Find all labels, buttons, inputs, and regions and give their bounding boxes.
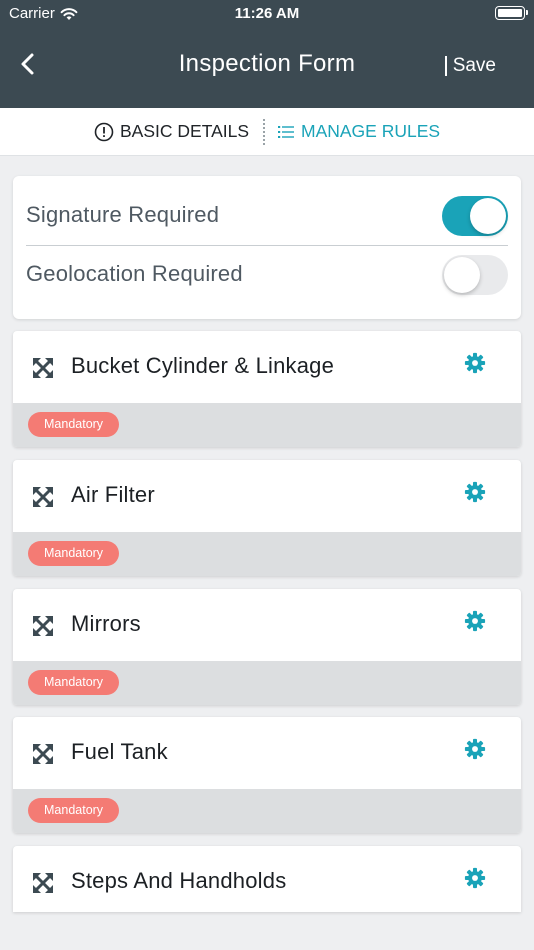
tab-manage-rules-label: MANAGE RULES: [301, 121, 441, 141]
rule-card[interactable]: Air Filter Mandatory: [13, 460, 521, 576]
geolocation-required-toggle[interactable]: [442, 255, 508, 295]
rule-footer: Mandatory: [13, 403, 521, 447]
signature-required-toggle[interactable]: [442, 196, 508, 236]
move-arrows-icon[interactable]: [31, 742, 55, 766]
rule-name: Mirrors: [71, 611, 141, 636]
rule-name: Air Filter: [71, 482, 155, 507]
page-title: Inspection Form: [178, 50, 356, 77]
rule-header: Mirrors: [13, 589, 521, 661]
tab-manage-rules[interactable]: MANAGE RULES: [278, 121, 440, 142]
tab-bar: BASIC DETAILS MANAGE RULES: [0, 108, 534, 156]
rule-footer: Mandatory: [13, 532, 521, 576]
info-circle-icon: [94, 122, 114, 141]
mandatory-badge: Mandatory: [28, 798, 120, 823]
gear-icon[interactable]: [464, 352, 486, 374]
gear-icon[interactable]: [464, 610, 486, 632]
battery-icon: [495, 6, 528, 20]
nav-bar: Inspection Form Save: [0, 28, 534, 108]
app-header: Carrier 11:26 AM Inspection Form Save: [0, 0, 534, 108]
rule-footer: Mandatory: [13, 789, 521, 833]
status-bar: Carrier 11:26 AM: [0, 0, 534, 28]
tab-basic-details[interactable]: BASIC DETAILS: [94, 121, 249, 142]
rule-name: Steps And Handholds: [71, 868, 287, 893]
rule-header: Bucket Cylinder & Linkage: [13, 331, 521, 403]
status-time: 11:26 AM: [234, 5, 300, 22]
signature-required-row: Signature Required: [26, 188, 508, 246]
settings-card: Signature Required Geolocation Required: [13, 176, 521, 319]
move-arrows-icon[interactable]: [31, 871, 55, 895]
back-chevron-icon[interactable]: [14, 50, 42, 78]
rule-name: Fuel Tank: [71, 739, 168, 764]
rule-header: Air Filter: [13, 460, 521, 532]
mandatory-badge: Mandatory: [28, 541, 120, 566]
move-arrows-icon[interactable]: [31, 356, 55, 380]
gear-icon[interactable]: [464, 867, 486, 889]
list-icon: [278, 125, 294, 138]
toggle-knob: [470, 198, 506, 234]
rule-header: Fuel Tank: [13, 717, 521, 789]
save-button[interactable]: Save: [444, 56, 496, 76]
gear-icon[interactable]: [464, 481, 486, 503]
rule-footer: Mandatory: [13, 661, 521, 705]
signature-required-label: Signature Required: [26, 202, 220, 227]
rule-card[interactable]: Steps And Handholds: [13, 846, 521, 912]
mandatory-badge: Mandatory: [28, 412, 120, 437]
move-arrows-icon[interactable]: [31, 614, 55, 638]
toggle-knob: [444, 257, 480, 293]
rule-header: Steps And Handholds: [13, 846, 521, 912]
geolocation-required-label: Geolocation Required: [26, 261, 243, 286]
mandatory-badge: Mandatory: [28, 670, 120, 695]
rule-name: Bucket Cylinder & Linkage: [71, 353, 335, 378]
geolocation-required-row: Geolocation Required: [26, 247, 508, 305]
tab-basic-details-label: BASIC DETAILS: [120, 121, 250, 141]
rule-card[interactable]: Bucket Cylinder & Linkage Mandatory: [13, 331, 521, 447]
rule-card[interactable]: Fuel Tank Mandatory: [13, 717, 521, 833]
rule-card[interactable]: Mirrors Mandatory: [13, 589, 521, 705]
move-arrows-icon[interactable]: [31, 485, 55, 509]
tab-divider: [263, 119, 265, 145]
gear-icon[interactable]: [464, 738, 486, 760]
